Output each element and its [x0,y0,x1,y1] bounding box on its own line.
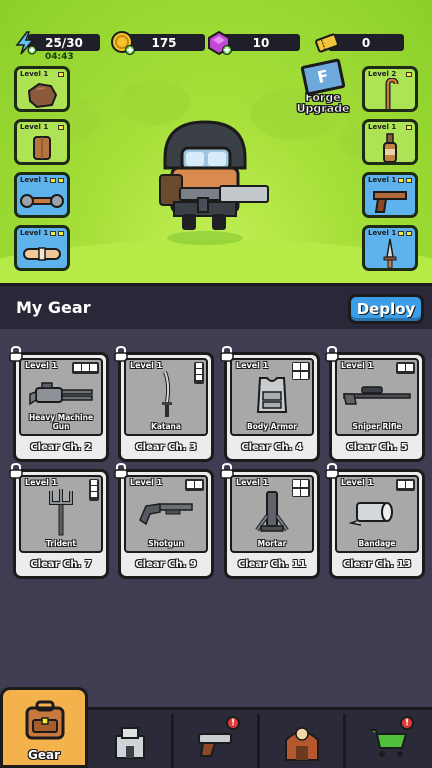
unlock-requirement: Clear Ch. 4 [241,442,303,453]
energy-timer: 04:43 [45,52,74,62]
equipped-slot-right-1[interactable]: Level 2 [362,66,418,112]
gear-level: Level 1 [341,361,374,370]
panel-title: My Gear [16,298,91,317]
gear-level: Level 1 [236,478,269,487]
trident-icon [21,489,101,536]
slot-level: Level 1 [20,176,49,184]
energy-icon[interactable] [12,30,38,56]
gear-name: Katana [151,422,181,431]
coin-icon[interactable] [110,30,136,56]
gear-card-sniper-rifle[interactable]: Level 1 Sniper Rifle Clear Ch. 5 [325,346,425,462]
rock-icon [17,80,67,109]
unlock-requirement: Clear Ch. 11 [237,559,307,570]
energy-value: 25/30 [45,35,83,50]
gear-level: Level 1 [130,361,163,370]
forge-upgrade-button[interactable]: F Forge Upgrade [292,58,354,115]
gear-card-mortar[interactable]: Level 1 Mortar Clear Ch. 11 [220,463,320,579]
gem-counter: 10 [222,34,300,51]
fortress-icon [115,726,145,759]
weapons-alert-badge: ! [226,716,240,730]
gear-card-body-armor[interactable]: Level 1 Body Armor Clear Ch. 4 [220,346,320,462]
equipped-slot-right-2[interactable]: Level 1 [362,119,418,165]
slot-level: Level 1 [368,123,397,131]
unlock-requirement: Clear Ch. 13 [342,559,412,570]
gear-name: Body Armor [247,422,297,431]
coin-value: 175 [151,35,177,50]
gear-name: Bandage [358,539,396,548]
gear-card-heavy-machine-gun[interactable]: Level 1 Heavy Machine Gun Clear Ch. 2 [9,346,109,462]
gear-level: Level 1 [341,478,374,487]
slot-level: Level 1 [20,70,49,78]
gear-name: Shotgun [148,539,184,548]
slot-level: Level 1 [20,229,49,237]
unlock-requirement: Clear Ch. 7 [30,559,92,570]
forge-label-line2: Upgrade [296,102,350,115]
sniper-rifle-icon [337,372,417,418]
equipped-slot-left-2[interactable]: Level 1 [14,119,70,165]
dagger-icon [365,238,415,268]
gear-level: Level 1 [130,478,163,487]
hero-character [150,110,280,250]
heavy-machine-gun-icon [21,372,101,418]
equipped-slot-left-1[interactable]: Level 1 [14,66,70,112]
mortar-icon [232,489,312,535]
shop-alert-badge: ! [400,716,414,730]
body-armor-icon [232,372,312,418]
unlock-requirement: Clear Ch. 3 [135,442,197,453]
gear-name: Trident [46,539,76,548]
gear-card-trident[interactable]: Level 1 Trident Clear Ch. 7 [9,463,109,579]
gear-card-shotgun[interactable]: Level 1 Shotgun Clear Ch. 9 [114,463,214,579]
gear-card-bandage[interactable]: Level 1 Bandage Clear Ch. 13 [325,463,425,579]
cane-icon [365,77,415,109]
backpack-icon [25,700,65,740]
equipped-slot-right-4[interactable]: Level 1 [362,225,418,271]
nav-weapons-tab[interactable]: ! [174,714,260,768]
equipped-slot-left-3[interactable]: Level 1 [14,172,70,218]
equipped-slot-left-4[interactable]: Level 1 [14,225,70,271]
gem-value: 10 [252,35,270,50]
unlock-requirement: Clear Ch. 5 [346,442,408,453]
unlock-requirement: Clear Ch. 2 [30,442,92,453]
gear-name: Mortar [257,539,287,548]
shelter-icon [285,726,319,761]
leather-armor-icon [17,133,67,162]
deploy-button[interactable]: Deploy [348,294,424,324]
bottle-icon [365,132,415,162]
ticket-value: 0 [361,35,371,50]
katana-icon [126,371,206,418]
bandage-icon [337,489,417,535]
nav-shelter-tab[interactable] [260,714,346,768]
energy-counter: 25/30 [28,34,100,51]
equipped-slot-right-3[interactable]: Level 1 [362,172,418,218]
gear-name: Sniper Rifle [352,422,402,431]
slot-level: Level 1 [20,123,49,131]
nav-gear-tab[interactable]: Gear [0,687,88,768]
wrench-icon [17,186,67,215]
shotgun-icon [126,489,206,535]
nav-base-tab[interactable] [88,714,174,768]
gem-icon[interactable] [207,30,233,56]
bandage-roll-icon [17,239,67,268]
pistol-icon [365,186,415,215]
gear-level: Level 1 [25,361,58,370]
nav-shop-tab[interactable]: ! [346,714,430,768]
gear-level: Level 1 [236,361,269,370]
nav-gear-label: Gear [27,748,60,762]
slot-level: Level 1 [368,176,397,184]
ticket-icon[interactable] [314,30,340,56]
my-gear-header: My Gear Deploy [0,283,432,329]
gear-level: Level 1 [25,478,58,487]
gear-card-katana[interactable]: Level 1 Katana Clear Ch. 3 [114,346,214,462]
gear-name: Heavy Machine Gun [28,413,94,431]
unlock-requirement: Clear Ch. 9 [135,559,197,570]
